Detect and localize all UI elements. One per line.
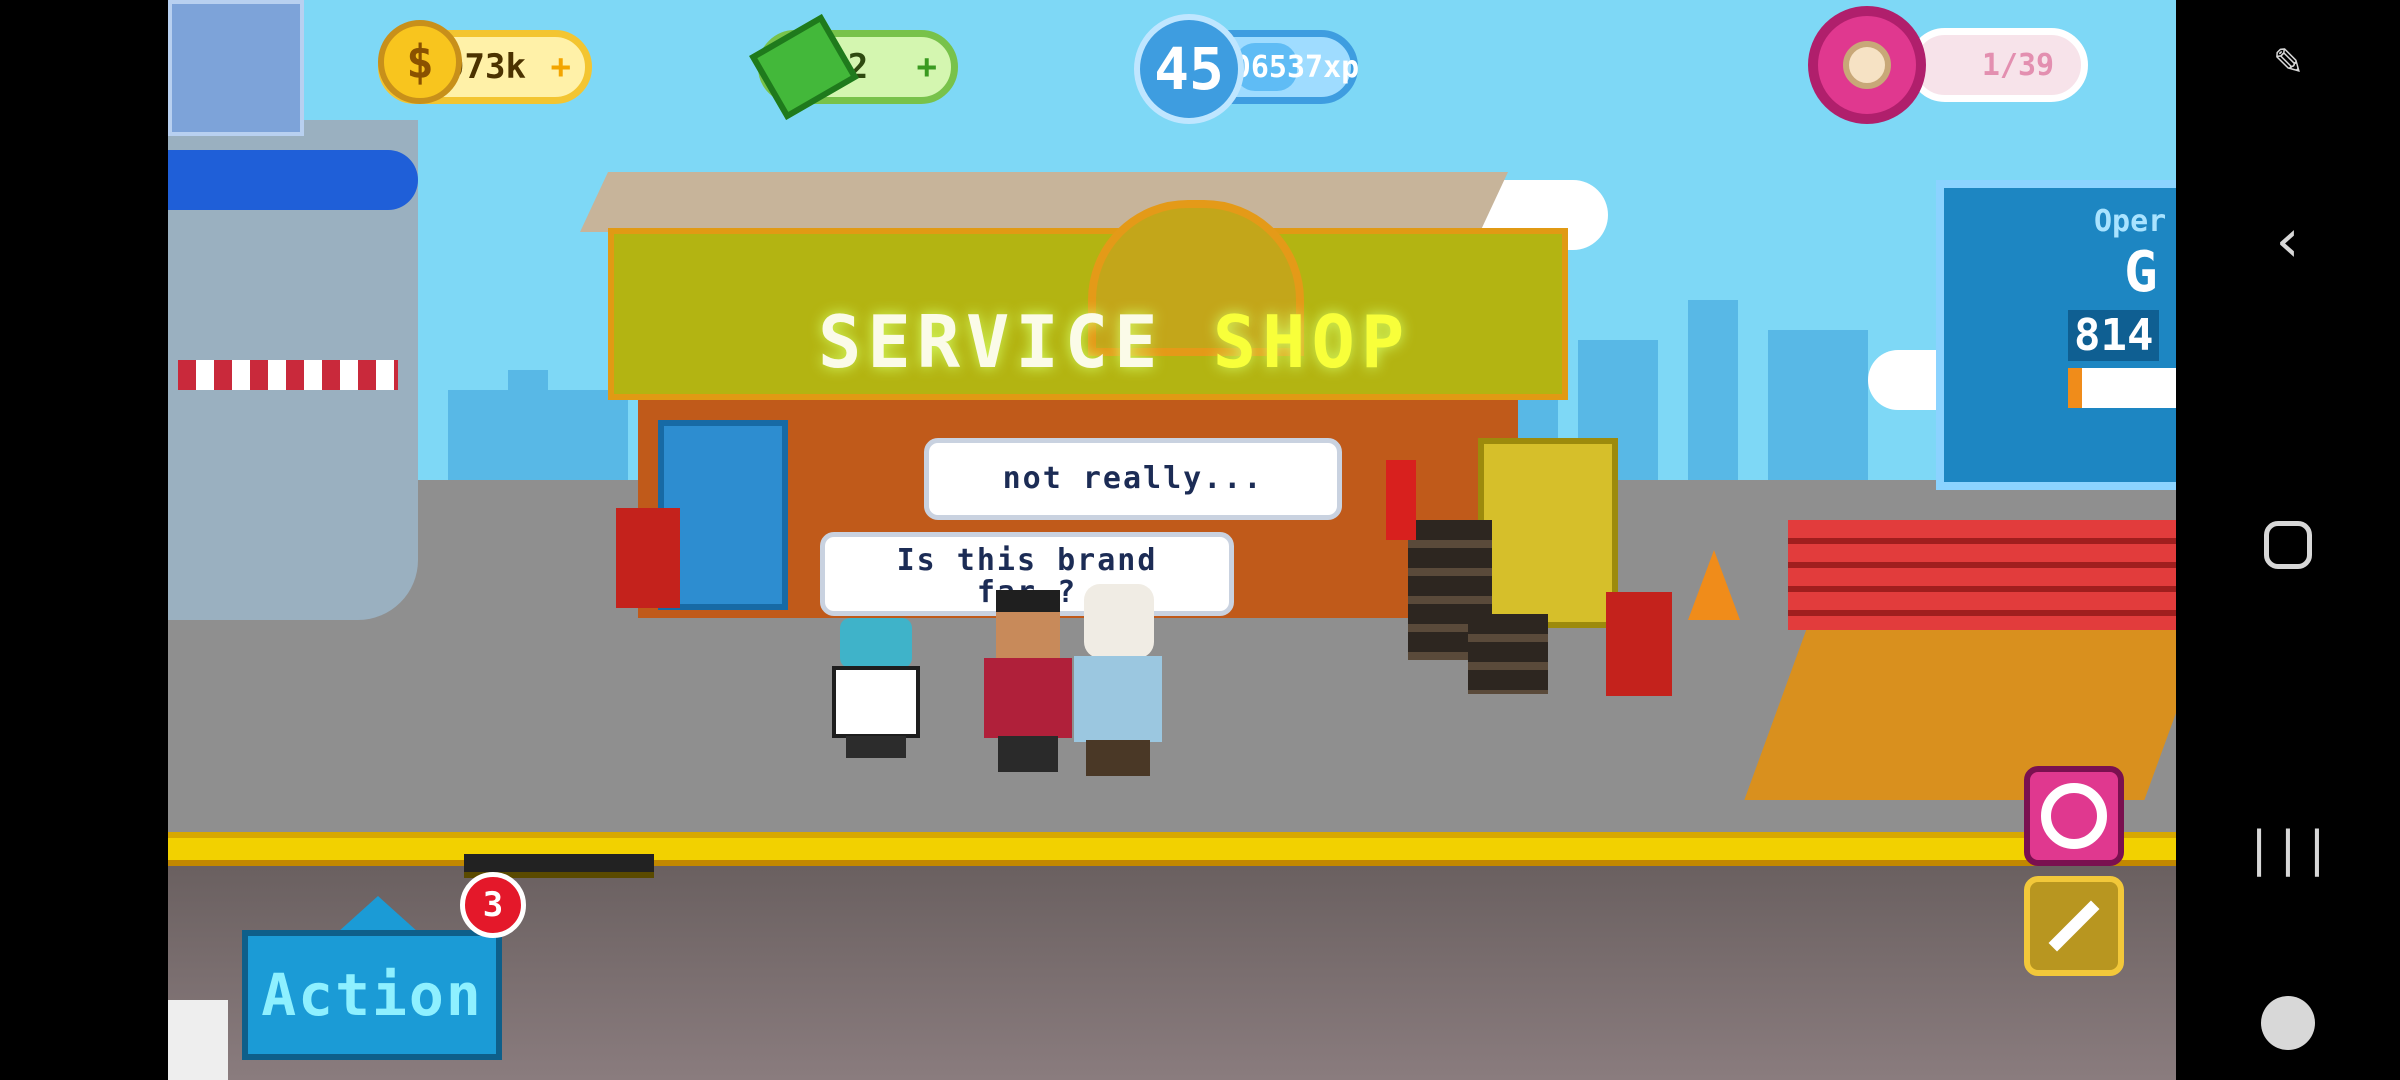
tank-bunting	[178, 360, 398, 390]
character-scientist[interactable]	[1068, 584, 1168, 778]
city-building	[1688, 300, 1738, 480]
action-badge: 3	[460, 872, 526, 938]
traffic-cone	[1688, 550, 1740, 620]
back-icon[interactable]: ‹	[2176, 206, 2400, 276]
event-panel[interactable]: Oper G 814	[1936, 180, 2176, 490]
city-building	[508, 370, 548, 480]
shop-sign-word-shop: SHOP	[1212, 300, 1411, 384]
action-arrow-icon	[338, 896, 418, 932]
donut-counter[interactable]: 1/39	[1908, 28, 2088, 102]
city-building	[1768, 330, 1868, 480]
add-coins-button[interactable]: +	[551, 47, 571, 87]
donut-icon	[1808, 6, 1926, 124]
red-stairs	[1788, 520, 2176, 630]
level-star-icon: 45	[1134, 14, 1244, 124]
action-badge-count: 3	[482, 885, 504, 925]
recents-icon[interactable]: |||	[2176, 814, 2400, 884]
gold-coin-icon: $	[378, 20, 462, 104]
action-label: Action	[261, 961, 483, 1029]
red-mailbox[interactable]	[1606, 592, 1672, 696]
red-mailbox[interactable]	[616, 508, 680, 608]
level-value: 45	[1154, 35, 1224, 103]
tire-stack	[1468, 614, 1548, 694]
crosswalk-line	[168, 1000, 228, 1080]
android-nav-bar: ✎ ‹ |||	[2176, 0, 2400, 1080]
fire-extinguisher	[1386, 460, 1416, 540]
donut-shop-button[interactable]	[2024, 766, 2124, 866]
yellow-vending-machine[interactable]	[1478, 438, 1618, 628]
game-viewport[interactable]: SERVICE SHOP not really... Is this brand…	[168, 0, 2176, 1080]
donut-value: 1/39	[1981, 47, 2055, 83]
character-duck-npc[interactable]	[828, 618, 924, 758]
action-button[interactable]: Action	[242, 930, 502, 1060]
panel-heading: G	[2124, 240, 2158, 305]
panel-title: Oper	[2094, 204, 2167, 239]
speech-text-top: not really...	[1002, 461, 1264, 496]
add-cash-button[interactable]: +	[917, 47, 937, 87]
speech-text-bottom-line1: Is this brand	[896, 543, 1158, 578]
panel-number: 814	[2068, 310, 2160, 361]
character-player[interactable]	[980, 590, 1076, 780]
screenshot-edit-icon[interactable]: ✎	[2176, 24, 2400, 94]
tank-rim	[168, 150, 418, 210]
speech-bubble-top: not really...	[924, 438, 1342, 520]
wrench-button[interactable]	[2024, 876, 2124, 976]
service-shop-sign: SERVICE SHOP	[818, 300, 1410, 384]
game-tools-icon[interactable]	[2176, 988, 2400, 1058]
wrench-icon	[2048, 900, 2100, 952]
profile-avatar[interactable]	[168, 0, 304, 136]
ring-icon	[2041, 783, 2107, 849]
home-icon[interactable]	[2176, 510, 2400, 580]
shop-sign-word-service: SERVICE	[818, 300, 1164, 384]
panel-progress-bar	[2068, 368, 2176, 408]
shop-roof	[580, 172, 1508, 232]
